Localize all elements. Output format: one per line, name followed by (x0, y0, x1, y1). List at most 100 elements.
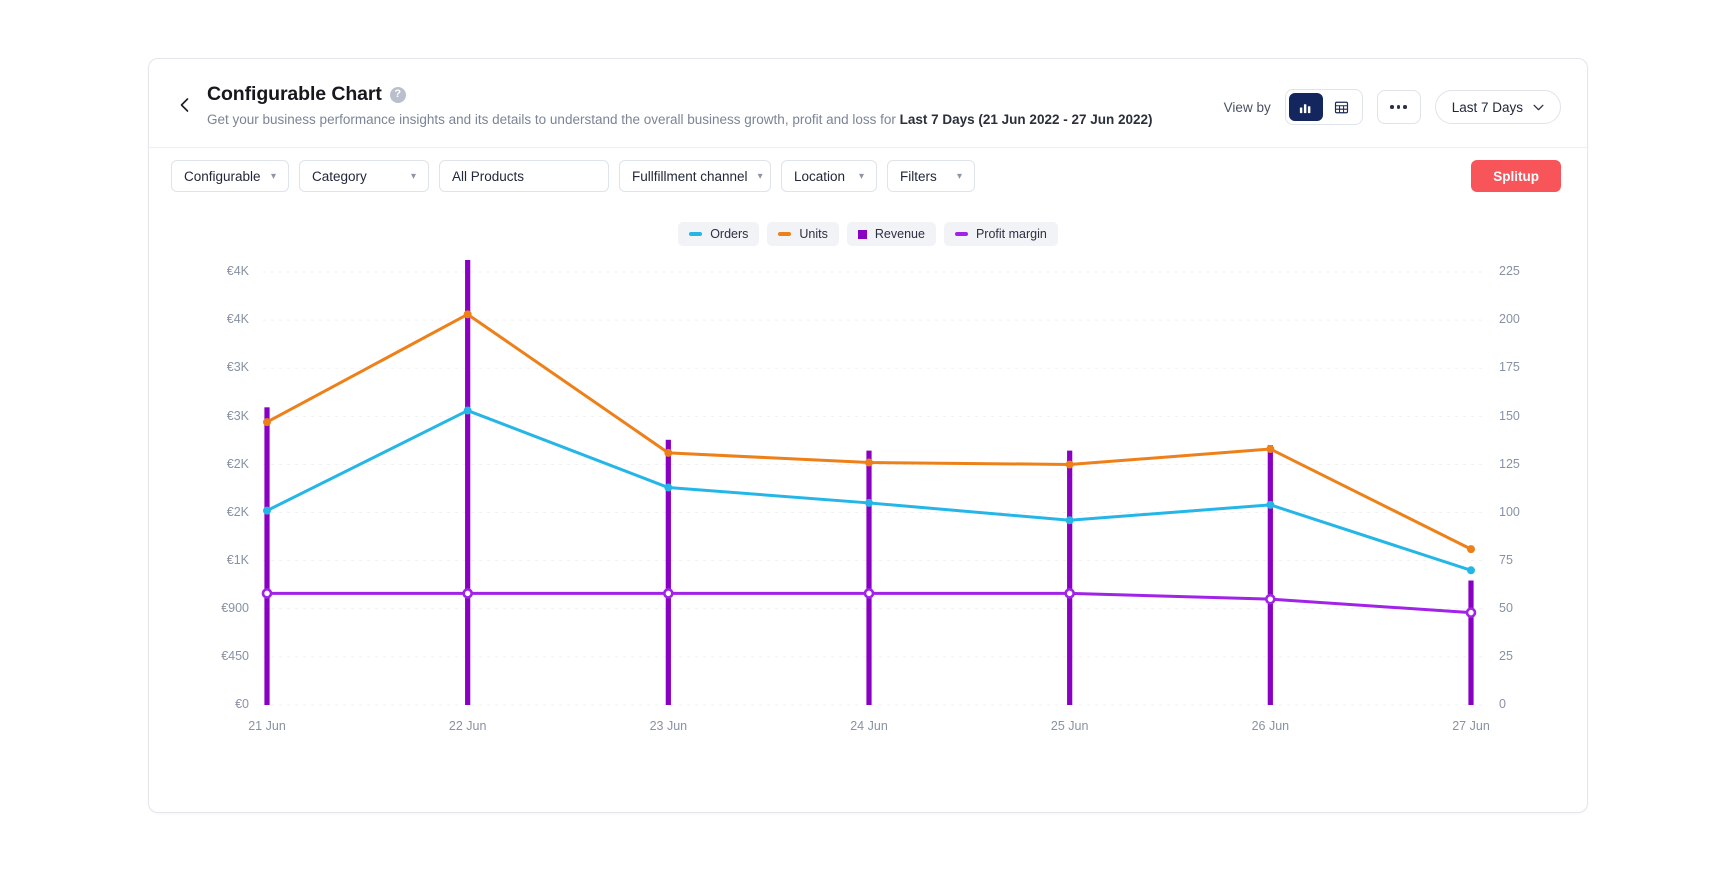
x-axis-tick: 26 Jun (1251, 719, 1290, 734)
date-range-value: Last 7 Days (1451, 99, 1523, 115)
data-point[interactable] (462, 588, 473, 599)
data-point[interactable] (263, 418, 272, 427)
data-point[interactable] (1465, 607, 1477, 619)
chart-legend: Orders Units Revenue Profit margin (149, 222, 1587, 247)
legend-label-units: Units (799, 227, 828, 242)
revenue-bar[interactable] (665, 440, 671, 706)
units-swatch-icon (778, 232, 792, 236)
y-axis-right-tick: 25 (1499, 649, 1513, 664)
table-grid-icon (1335, 101, 1349, 113)
revenue-bar[interactable] (465, 260, 471, 706)
data-point[interactable] (1467, 566, 1476, 575)
data-point[interactable] (864, 458, 873, 467)
revenue-swatch-icon (857, 229, 867, 239)
x-axis-tick: 24 Jun (850, 719, 888, 734)
filter-all-products[interactable]: All Products (439, 160, 609, 193)
legend-item-revenue[interactable]: Revenue (846, 222, 936, 247)
y-axis-right-tick: 75 (1499, 552, 1513, 567)
revenue-bar[interactable] (1468, 580, 1474, 706)
more-options-icon (1390, 105, 1394, 109)
chart-svg (261, 260, 1487, 706)
y-axis-left-tick: €4K (226, 312, 249, 327)
filter-fulfillment-channel[interactable]: Fullfillment channel ▾ (619, 160, 771, 193)
revenue-bar[interactable] (264, 407, 270, 706)
filter-configurable[interactable]: Configurable ▾ (171, 160, 289, 193)
y-axis-left-tick: €900 (221, 600, 249, 615)
y-axis-left-tick: €1K (226, 552, 249, 567)
y-axis-right-tick: 225 (1499, 264, 1520, 279)
data-point[interactable] (1266, 445, 1275, 454)
chevron-down-icon (1533, 104, 1544, 110)
more-options-icon (1396, 105, 1401, 109)
y-axis-right-tick: 125 (1499, 456, 1520, 471)
data-point[interactable] (664, 449, 673, 458)
app-page: Configurable Chart ? Get your business p… (0, 0, 1734, 876)
view-chart-button[interactable] (1288, 93, 1323, 121)
data-point[interactable] (863, 588, 875, 599)
title-row: Configurable Chart ? (207, 83, 1224, 106)
subtitle-text: Get your business performance insights a… (207, 112, 900, 127)
data-point[interactable] (463, 310, 472, 319)
arrow-left-icon[interactable] (171, 91, 199, 119)
data-point[interactable] (1467, 545, 1476, 554)
bar-chart-icon (1300, 103, 1311, 113)
y-axis-right-tick: 150 (1499, 408, 1520, 423)
filter-filters[interactable]: Filters ▾ (887, 160, 975, 193)
filter-location[interactable]: Location ▾ (781, 160, 877, 193)
y-axis-left-tick: €4K (226, 264, 249, 279)
filter-location-label: Location (794, 168, 846, 184)
filter-all-products-label: All Products (452, 168, 525, 184)
legend-label-revenue: Revenue (874, 227, 925, 242)
header-controls: View by Last 7 Days (1224, 89, 1561, 125)
x-axis-tick: 25 Jun (1050, 719, 1089, 734)
chevron-down-icon: ▾ (956, 170, 962, 182)
data-point[interactable] (664, 483, 673, 492)
filter-category-label: Category (312, 168, 367, 184)
chevron-down-icon: ▾ (270, 170, 276, 182)
data-point[interactable] (263, 506, 272, 515)
title-block: Configurable Chart ? Get your business p… (207, 83, 1224, 129)
filter-bar: Configurable ▾ Category ▾ All Products F… (149, 147, 1587, 204)
data-point[interactable] (261, 588, 273, 599)
revenue-bar[interactable] (1067, 450, 1073, 706)
x-axis-tick: 22 Jun (448, 719, 487, 734)
x-axis-tick: 21 Jun (248, 719, 286, 734)
page-title: Configurable Chart (207, 83, 382, 105)
y-axis-left-tick: €3K (226, 408, 249, 423)
data-point[interactable] (1265, 594, 1276, 605)
legend-label-orders: Orders (710, 227, 749, 242)
profit-margin-swatch-icon (954, 232, 968, 236)
y-axis-left-tick: €3K (226, 360, 249, 375)
data-point[interactable] (463, 406, 472, 415)
x-axis-tick: 27 Jun (1452, 719, 1490, 734)
view-by-toggle-group (1284, 89, 1363, 125)
data-point[interactable] (663, 588, 674, 599)
orders-swatch-icon (689, 232, 703, 236)
chevron-down-icon: ▾ (757, 170, 763, 182)
revenue-bar[interactable] (1267, 445, 1273, 706)
y-axis-right-tick: 0 (1499, 697, 1506, 712)
legend-item-units[interactable]: Units (767, 222, 839, 247)
filter-filters-label: Filters (900, 168, 937, 184)
data-point[interactable] (1266, 501, 1275, 510)
view-table-button[interactable] (1325, 93, 1359, 121)
filter-category[interactable]: Category ▾ (299, 160, 429, 193)
splitup-button[interactable]: Splitup (1471, 160, 1561, 193)
data-point[interactable] (864, 499, 873, 508)
date-range-selector[interactable]: Last 7 Days (1434, 90, 1561, 124)
revenue-bar[interactable] (866, 450, 872, 706)
data-point[interactable] (1065, 460, 1074, 469)
chevron-down-icon: ▾ (858, 170, 864, 182)
y-axis-right-tick: 200 (1499, 312, 1520, 327)
y-axis-left-tick: €0 (235, 697, 249, 712)
y-axis-right-tick: 100 (1499, 504, 1520, 519)
data-point[interactable] (1064, 588, 1075, 599)
chart-plot[interactable]: €4K €4K €3K €3K €2K €2K €1K €900 €450 €0 225 200 175… (171, 260, 1561, 760)
data-point[interactable] (1065, 516, 1074, 525)
card-header: Configurable Chart ? Get your business p… (149, 59, 1587, 147)
more-options-button[interactable] (1376, 90, 1421, 124)
help-icon[interactable]: ? (389, 86, 406, 103)
legend-item-orders[interactable]: Orders (678, 222, 760, 247)
chart-area: Orders Units Revenue Profit margin €4K €4… (149, 204, 1587, 812)
legend-item-profit-margin[interactable]: Profit margin (943, 222, 1058, 247)
